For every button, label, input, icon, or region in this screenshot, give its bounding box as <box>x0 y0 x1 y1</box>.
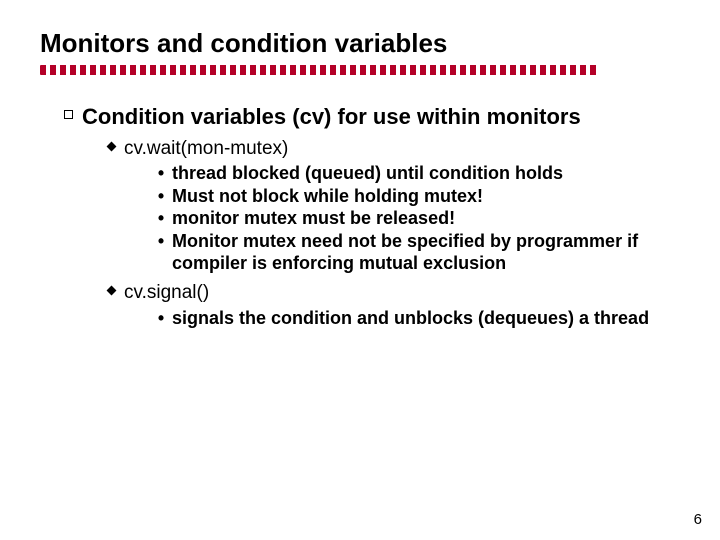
level3-text: signals the condition and unblocks (dequ… <box>172 307 649 330</box>
dot-bullet-icon: • <box>150 230 172 253</box>
square-bullet-icon <box>54 103 82 119</box>
bullet-level2-wait: cv.wait(mon-mutex) <box>98 137 680 161</box>
bullet-level3: • Must not block while holding mutex! <box>150 185 680 208</box>
bullet-level3: • Monitor mutex need not be specified by… <box>150 230 680 275</box>
diamond-bullet-icon <box>98 281 124 294</box>
dot-bullet-icon: • <box>150 307 172 330</box>
bullet-level3: • thread blocked (queued) until conditio… <box>150 162 680 185</box>
level1-text: Condition variables (cv) for use within … <box>82 103 581 131</box>
page-number: 6 <box>694 511 702 528</box>
bullet-level3: • signals the condition and unblocks (de… <box>150 307 680 330</box>
slide: Monitors and condition variables Conditi… <box>0 0 720 540</box>
level3-text: Must not block while holding mutex! <box>172 185 483 208</box>
bullet-level3: • monitor mutex must be released! <box>150 207 680 230</box>
bullet-level1: Condition variables (cv) for use within … <box>40 103 680 131</box>
level3-text: Monitor mutex need not be specified by p… <box>172 230 662 275</box>
level3-text: thread blocked (queued) until condition … <box>172 162 563 185</box>
title-underline <box>40 65 600 75</box>
level2-wait-label: cv.wait(mon-mutex) <box>124 137 288 161</box>
slide-content: Condition variables (cv) for use within … <box>40 103 680 329</box>
dot-bullet-icon: • <box>150 185 172 208</box>
slide-title: Monitors and condition variables <box>40 28 680 59</box>
diamond-bullet-icon <box>98 137 124 150</box>
level3-text: monitor mutex must be released! <box>172 207 455 230</box>
dot-bullet-icon: • <box>150 162 172 185</box>
dot-bullet-icon: • <box>150 207 172 230</box>
bullet-level2-signal: cv.signal() <box>98 281 680 305</box>
level2-signal-label: cv.signal() <box>124 281 209 305</box>
